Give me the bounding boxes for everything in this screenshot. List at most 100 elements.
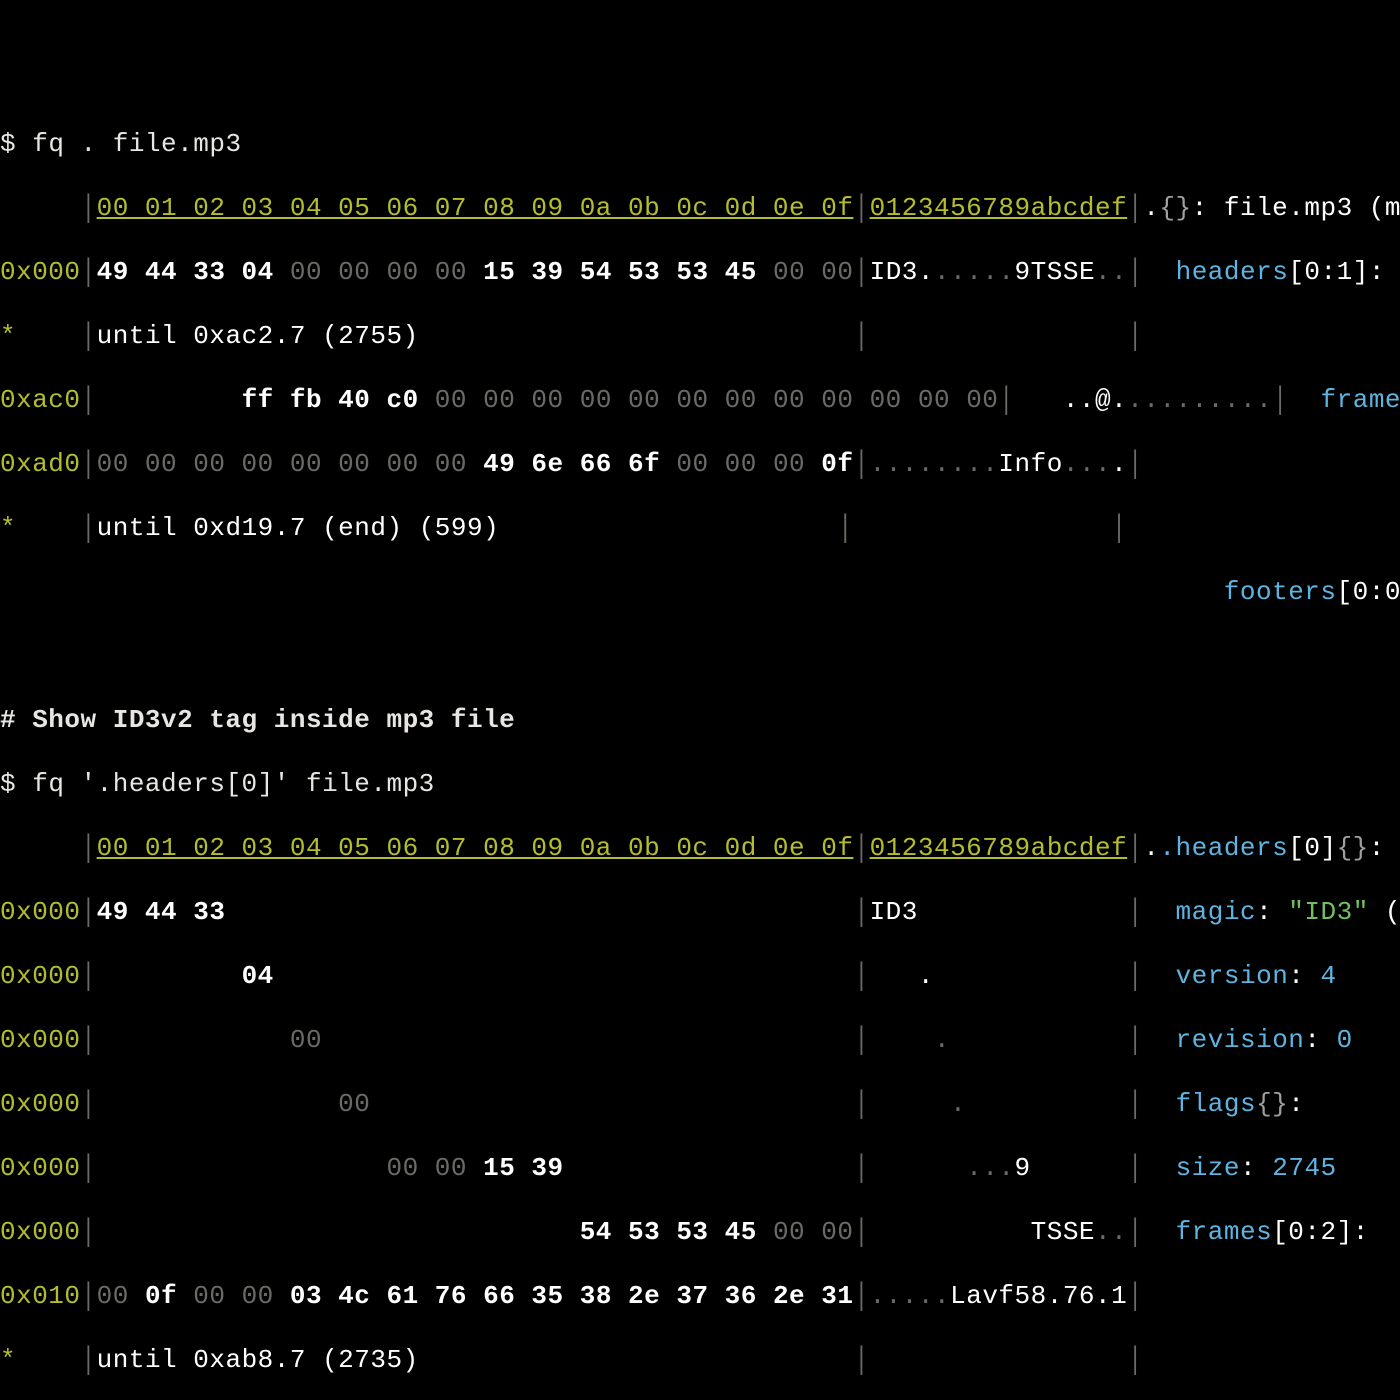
tree-key-flags: flags xyxy=(1176,1089,1257,1119)
tree-key-revision: revision xyxy=(1176,1025,1305,1055)
hex-bytes: 54 53 53 45 xyxy=(580,1217,757,1247)
until-marker: until 0xac2.7 (2755) xyxy=(97,321,419,351)
pad xyxy=(97,961,242,991)
pad xyxy=(97,1153,387,1183)
tree-key-frames: frames xyxy=(1176,1217,1273,1247)
blank-line xyxy=(0,640,1400,672)
offset: 0xad0 xyxy=(0,449,81,479)
pad xyxy=(1015,385,1063,415)
command-line-1: $ fq . file.mp3 xyxy=(0,128,1400,160)
ascii-bytes: . xyxy=(918,961,934,991)
tree-key-headers: headers xyxy=(1176,257,1289,287)
ascii-dim: ... xyxy=(902,1281,950,1311)
hex-bytes-dim: 00 00 xyxy=(757,257,854,287)
ascii-dim: .. xyxy=(1095,257,1127,287)
ascii-bytes: Lavf58.76.1 xyxy=(950,1281,1127,1311)
tree-root: file.mp3 (mp xyxy=(1224,193,1400,223)
ascii-dim: . xyxy=(934,1025,950,1055)
ascii-bytes: ID3. xyxy=(870,257,934,287)
ascii-dim: .. xyxy=(1095,1217,1127,1247)
pad xyxy=(870,1217,1031,1247)
dump2-row-4: 0x000│ 00 00 15 39 │ ...9 │ size: 2745 xyxy=(0,1152,1400,1184)
offset: 0x000 xyxy=(0,1025,81,1055)
dump2-row-3: 0x000│ 00 │ . │ flags{}: xyxy=(0,1088,1400,1120)
offset: 0x010 xyxy=(0,1281,81,1311)
tree-suffix: (v xyxy=(1369,897,1400,927)
hex-bytes: 15 39 xyxy=(483,1153,564,1183)
dump2-row-6: 0x010│00 0f 00 00 03 4c 61 76 66 35 38 2… xyxy=(0,1280,1400,1312)
offset: 0x000 xyxy=(0,1153,81,1183)
hex-bytes-dim: 00 00 00 00 00 00 00 00 xyxy=(97,449,483,479)
tree-val-num: 0 xyxy=(1337,1025,1353,1055)
dump2-row-1: 0x000│ 04 │ . │ version: 4 xyxy=(0,960,1400,992)
dump2-row-7: * │until 0xab8.7 (2735) │ │ xyxy=(0,1344,1400,1376)
dump1-row-5-blank: footers[0:0]: xyxy=(0,576,1400,608)
dump1-row-4: * │until 0xd19.7 (end) (599) │ │ xyxy=(0,512,1400,544)
ascii-bytes: TSSE xyxy=(1031,1217,1095,1247)
offset: 0x000 xyxy=(0,961,81,991)
pad xyxy=(870,1089,951,1119)
ascii-dim: . xyxy=(950,1089,966,1119)
tree-key-version: version xyxy=(1176,961,1289,991)
command-text: fq . file.mp3 xyxy=(32,129,241,159)
tree-val-string: "ID3" xyxy=(1288,897,1369,927)
until-marker: until 0xab8.7 (2735) xyxy=(97,1345,419,1375)
hex-bytes-dim: 00 00 00 xyxy=(660,449,821,479)
ascii-column-header: 0123456789abcdef xyxy=(870,833,1128,863)
hex-column-header: 00 01 02 03 04 05 06 07 08 09 0a 0b 0c 0… xyxy=(97,833,854,863)
offset: 0x000 xyxy=(0,257,81,287)
hex-bytes-dim: 00 00 xyxy=(177,1281,290,1311)
pad xyxy=(870,961,918,991)
ascii-bytes: 9 xyxy=(1015,1153,1031,1183)
hex-bytes-dim: 00 xyxy=(338,1089,370,1119)
tree-range: [0:0] xyxy=(1337,577,1400,607)
hex-bytes: 03 4c 61 76 66 35 38 2e 37 36 2e 31 xyxy=(290,1281,854,1311)
hex-bytes: 49 44 33 xyxy=(97,897,226,927)
pad xyxy=(97,1025,290,1055)
tree-key-footers: footers xyxy=(1224,577,1337,607)
offset: 0xac0 xyxy=(0,385,81,415)
hex-bytes: 15 39 54 53 53 45 xyxy=(483,257,757,287)
hex-bytes: ff fb 40 c0 xyxy=(242,385,419,415)
until-marker: until 0xd19.7 (end) (599) xyxy=(97,513,500,543)
hex-bytes: 0f xyxy=(821,449,853,479)
dump1-row-0: 0x000│49 44 33 04 00 00 00 00 15 39 54 5… xyxy=(0,256,1400,288)
tree-key-magic: magic xyxy=(1176,897,1257,927)
hex-bytes-dim: 00 00 00 00 xyxy=(274,257,483,287)
pad xyxy=(97,385,242,415)
hex-bytes: 04 xyxy=(242,961,274,991)
ascii-dim: ..... xyxy=(934,257,1015,287)
pad xyxy=(870,1153,967,1183)
ascii-dim: ........ xyxy=(870,449,999,479)
tree-key-headers: .headers xyxy=(1159,833,1288,863)
ascii-dim: ... xyxy=(1063,449,1111,479)
tree-key-size: size xyxy=(1176,1153,1240,1183)
tree-range: [0:1] xyxy=(1288,257,1369,287)
dump1-row-3: 0xad0│00 00 00 00 00 00 00 00 49 6e 66 6… xyxy=(0,448,1400,480)
hex-bytes: 49 6e 66 6f xyxy=(483,449,660,479)
ascii-dim: ......... xyxy=(1127,385,1272,415)
hex-bytes-dim: 00 00 xyxy=(386,1153,483,1183)
ascii-bytes: Info xyxy=(998,449,1062,479)
comment-line: # Show ID3v2 tag inside mp3 file xyxy=(0,704,1400,736)
ascii-bytes: ..@. xyxy=(1063,385,1127,415)
tree-val-num: 4 xyxy=(1321,961,1337,991)
hex-bytes: 49 44 33 04 xyxy=(97,257,274,287)
dump1-row-2: 0xac0│ ff fb 40 c0 00 00 00 00 00 00 00 … xyxy=(0,384,1400,416)
hex-header-line-2: │00 01 02 03 04 05 06 07 08 09 0a 0b 0c … xyxy=(0,832,1400,864)
hex-bytes-dim: 00 00 00 00 00 00 00 00 00 00 00 00 xyxy=(419,385,999,415)
dump2-row-2: 0x000│ 00 │ . │ revision: 0 xyxy=(0,1024,1400,1056)
hex-column-header: 00 01 02 03 04 05 06 07 08 09 0a 0b 0c 0… xyxy=(97,193,854,223)
prompt-symbol: $ xyxy=(0,129,32,159)
dump2-row-5: 0x000│ 54 53 53 45 00 00│ TSSE..│ frames… xyxy=(0,1216,1400,1248)
hex-bytes: 0f xyxy=(145,1281,177,1311)
ascii-bytes: 9TSSE xyxy=(1015,257,1096,287)
hex-bytes-dim: 00 00 xyxy=(757,1217,854,1247)
tree-index: [0] xyxy=(1288,833,1336,863)
tree-val-num: 2745 xyxy=(1272,1153,1336,1183)
hex-bytes-dim: 00 xyxy=(97,1281,145,1311)
elision-star: * xyxy=(0,513,16,543)
pad xyxy=(97,1217,580,1247)
pad xyxy=(870,1025,934,1055)
dump1-row-1: * │until 0xac2.7 (2755) │ │ xyxy=(0,320,1400,352)
